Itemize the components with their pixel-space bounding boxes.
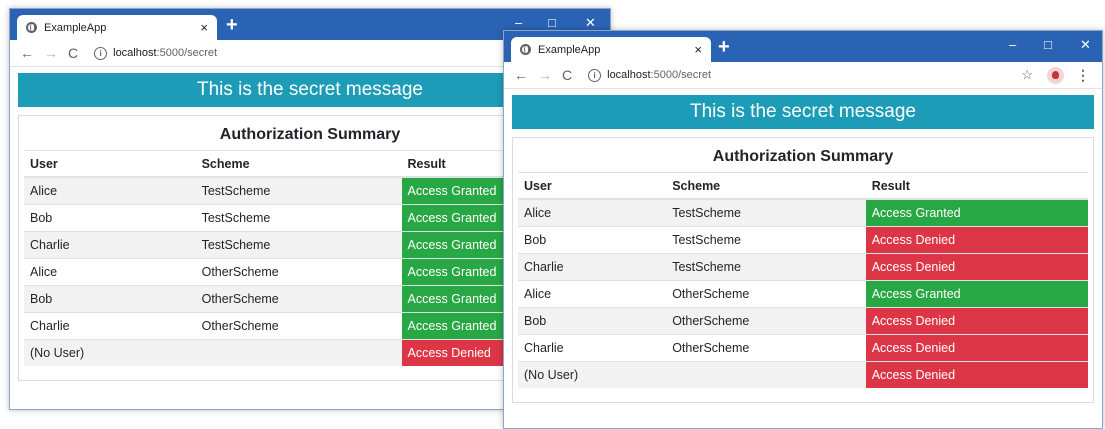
table-row: Charlie TestScheme Access Denied xyxy=(518,253,1088,281)
maximize-button[interactable]: □ xyxy=(1044,37,1052,52)
tab-close-icon[interactable]: × xyxy=(200,20,208,35)
cell-result: Access Denied xyxy=(865,361,1088,388)
table-row: Charlie OtherScheme Access Denied xyxy=(518,334,1088,362)
address-bar[interactable]: localhost:5000/secret xyxy=(607,69,711,81)
table-row: (No User) Access Denied xyxy=(518,361,1088,388)
cell-scheme: TestScheme xyxy=(195,231,402,259)
browser-tab[interactable]: ExampleApp × xyxy=(511,37,711,62)
address-bar[interactable]: localhost:5000/secret xyxy=(113,47,217,59)
cell-result: Access Denied xyxy=(865,253,1088,281)
star-icon[interactable]: ☆ xyxy=(1021,67,1033,83)
cell-user: Charlie xyxy=(518,253,667,281)
forward-arrow-icon[interactable]: → xyxy=(44,45,58,61)
tab-close-icon[interactable]: × xyxy=(694,42,702,57)
authorization-summary: Authorization Summary User Scheme Result… xyxy=(512,137,1094,403)
globe-icon xyxy=(520,44,531,55)
cell-scheme: TestScheme xyxy=(666,198,866,227)
forward-arrow-icon[interactable]: → xyxy=(538,67,552,83)
cell-scheme: OtherScheme xyxy=(195,258,402,286)
close-window-button[interactable]: ✕ xyxy=(585,15,596,31)
cell-user: Alice xyxy=(24,258,196,286)
close-window-button[interactable]: ✕ xyxy=(1080,37,1091,53)
cell-scheme: TestScheme xyxy=(195,176,402,205)
cell-scheme: TestScheme xyxy=(666,253,866,281)
cell-user: Bob xyxy=(518,226,667,254)
maximize-button[interactable]: □ xyxy=(548,15,556,30)
reload-icon[interactable]: C xyxy=(68,45,78,61)
cell-user: Alice xyxy=(518,198,667,227)
cell-user: Charlie xyxy=(24,231,196,259)
reload-icon[interactable]: C xyxy=(562,67,572,83)
tab-title: ExampleApp xyxy=(538,43,601,56)
cell-scheme xyxy=(666,361,866,388)
cell-user: Bob xyxy=(24,285,196,313)
cell-scheme: OtherScheme xyxy=(666,334,866,362)
cell-user: (No User) xyxy=(24,339,196,366)
cell-user: Bob xyxy=(518,307,667,335)
url-host: localhost xyxy=(607,69,651,81)
table-row: Bob TestScheme Access Denied xyxy=(518,226,1088,254)
back-arrow-icon[interactable]: ← xyxy=(20,45,34,61)
new-tab-button[interactable]: + xyxy=(226,14,238,36)
browser-window-front: ExampleApp × + – □ ✕ ← → C i localhost:5… xyxy=(503,30,1103,429)
cell-scheme: OtherScheme xyxy=(195,312,402,340)
cell-result: Access Denied xyxy=(865,334,1088,362)
cell-user: Alice xyxy=(24,176,196,205)
secret-banner: This is the secret message xyxy=(512,95,1094,129)
header-scheme: Scheme xyxy=(195,150,402,178)
table-row: Alice TestScheme Access Granted xyxy=(518,198,1088,227)
cell-scheme: OtherScheme xyxy=(666,307,866,335)
new-tab-button[interactable]: + xyxy=(718,36,730,58)
minimize-button[interactable]: – xyxy=(1009,37,1016,52)
cell-user: Charlie xyxy=(24,312,196,340)
browser-toolbar: ← → C i localhost:5000/secret ☆ ⋮ xyxy=(504,62,1102,89)
profile-avatar[interactable] xyxy=(1047,66,1064,84)
cell-user: (No User) xyxy=(518,361,667,388)
summary-table: User Scheme Result Alice TestScheme Access… xyxy=(518,172,1088,388)
header-result: Result xyxy=(865,172,1088,200)
cell-user: Charlie xyxy=(518,334,667,362)
header-user: User xyxy=(24,150,196,178)
globe-icon xyxy=(26,22,37,33)
cell-scheme: OtherScheme xyxy=(195,285,402,313)
cell-result: Access Denied xyxy=(865,226,1088,254)
back-arrow-icon[interactable]: ← xyxy=(514,67,528,83)
more-vert-icon[interactable]: ⋮ xyxy=(1076,67,1090,84)
info-icon[interactable]: i xyxy=(94,46,108,60)
table-row: Bob OtherScheme Access Denied xyxy=(518,307,1088,335)
info-icon[interactable]: i xyxy=(588,68,602,82)
cell-result: Access Granted xyxy=(865,280,1088,308)
summary-title: Authorization Summary xyxy=(712,148,894,165)
cell-scheme: OtherScheme xyxy=(666,280,866,308)
browser-tab[interactable]: ExampleApp × xyxy=(17,15,217,40)
minimize-button[interactable]: – xyxy=(515,15,522,30)
cell-user: Bob xyxy=(24,204,196,232)
url-host: localhost xyxy=(113,47,157,59)
header-scheme: Scheme xyxy=(666,172,866,200)
cell-user: Alice xyxy=(518,280,667,308)
table-row: Alice OtherScheme Access Granted xyxy=(518,280,1088,308)
title-bar: ExampleApp × + – □ ✕ xyxy=(504,31,1102,62)
cell-scheme: TestScheme xyxy=(195,204,402,232)
url-path: :5000/secret xyxy=(650,69,712,81)
cell-result: Access Denied xyxy=(865,307,1088,335)
cell-scheme: TestScheme xyxy=(666,226,866,254)
cell-result: Access Granted xyxy=(865,198,1088,227)
url-path: :5000/secret xyxy=(156,47,218,59)
cell-scheme xyxy=(195,339,402,366)
tab-title: ExampleApp xyxy=(44,21,107,34)
header-user: User xyxy=(518,172,667,200)
